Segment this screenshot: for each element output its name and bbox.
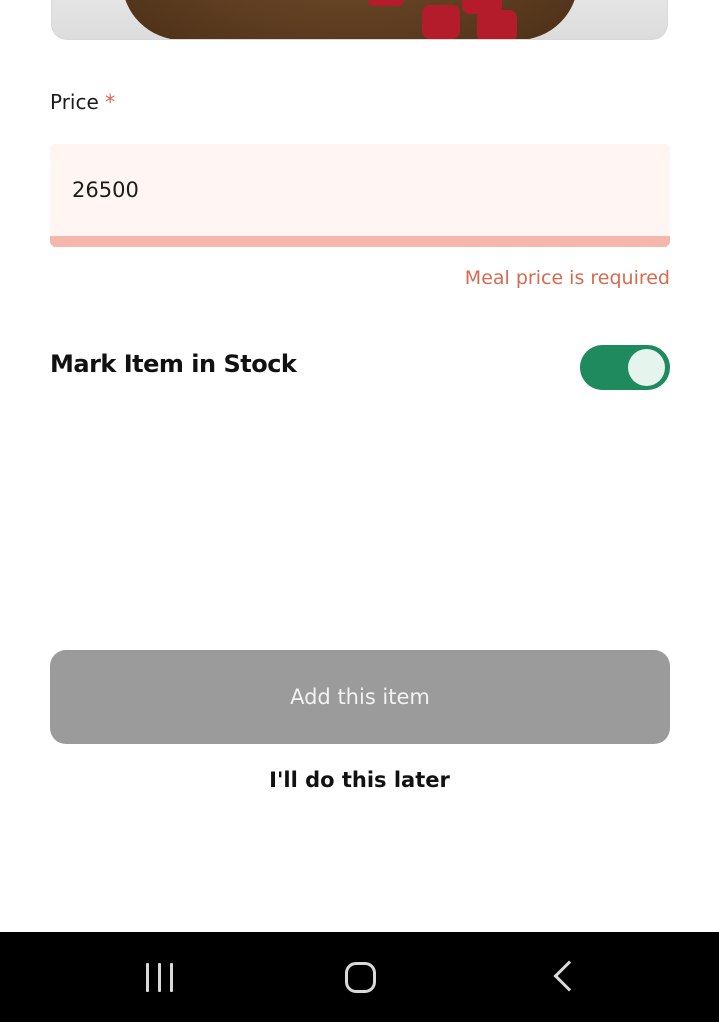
price-input-container — [50, 144, 670, 247]
meat-cube — [477, 10, 517, 39]
meat-cube — [422, 5, 460, 39]
back-icon — [553, 960, 585, 992]
price-label-text: Price — [50, 90, 99, 114]
stock-toggle[interactable] — [580, 345, 670, 390]
system-navigation-bar — [0, 932, 719, 1022]
meat-cube — [367, 0, 405, 6]
do-later-link[interactable]: I'll do this later — [0, 768, 719, 792]
home-icon — [345, 962, 376, 993]
cutting-board — [122, 0, 578, 39]
required-marker: * — [105, 90, 116, 114]
add-item-button[interactable]: Add this item — [50, 650, 670, 744]
price-error-message: Meal price is required — [464, 267, 670, 289]
home-button[interactable] — [300, 932, 420, 1022]
recents-button[interactable] — [100, 932, 220, 1022]
back-button[interactable] — [502, 932, 622, 1022]
meal-image — [51, 0, 668, 40]
add-meal-screen: Price * Meal price is required Mark Item… — [0, 0, 719, 1022]
price-label: Price * — [50, 90, 115, 114]
stock-toggle-label: Mark Item in Stock — [50, 350, 297, 378]
price-input[interactable] — [50, 144, 670, 236]
toggle-knob — [628, 349, 665, 386]
